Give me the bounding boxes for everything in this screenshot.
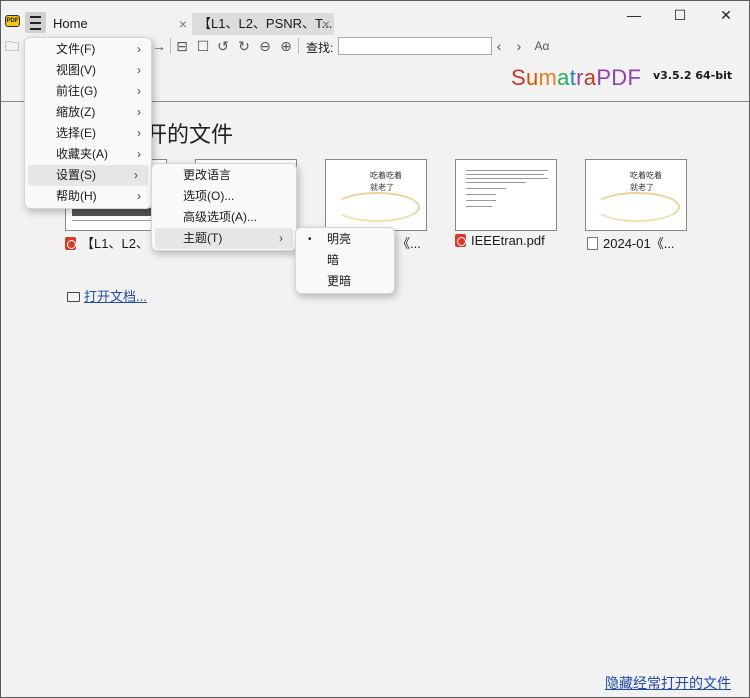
rotate-right-icon[interactable]: ↻ [236, 38, 252, 54]
menu-item-zoom[interactable]: 缩放(Z) › [25, 102, 151, 123]
pdf-file-icon [65, 237, 76, 250]
selected-bullet-icon: • [308, 234, 312, 245]
menu-item-goto[interactable]: 前往(G) › [25, 81, 151, 102]
main-menu: 文件(F) › 视图(V) › 前往(G) › 缩放(Z) › 选择(E) › 收藏夹(A… [24, 37, 152, 209]
hamburger-menu-button[interactable] [25, 12, 46, 33]
fit-page-icon[interactable]: ⊟ [174, 38, 190, 54]
app-window: PDF Home × 【L1、L2、PSNR、T... × — ☐ ✕ 🗀 → … [0, 0, 750, 698]
rotate-left-icon[interactable]: ↺ [215, 38, 231, 54]
tab-close-icon[interactable]: × [322, 13, 330, 35]
tab-home[interactable]: Home × [47, 13, 191, 35]
menu-item-theme-darker[interactable]: 更暗 [296, 271, 394, 292]
tab-label: Home [53, 16, 88, 31]
toolbar-separator [298, 38, 299, 54]
menu-item-options[interactable]: 选项(O)... [152, 186, 296, 207]
window-controls: — ☐ ✕ [611, 1, 749, 31]
menu-item-settings[interactable]: 设置(S) › [28, 165, 148, 186]
zoom-out-icon[interactable]: ⊖ [257, 38, 273, 54]
fit-width-icon[interactable]: ☐ [195, 38, 211, 54]
chevron-right-icon: › [137, 189, 141, 203]
recent-file-label[interactable]: 2024-01《... [587, 233, 675, 252]
find-input[interactable] [338, 37, 492, 55]
menu-item-theme[interactable]: 主题(T) › [155, 228, 293, 249]
recent-file-thumbnail[interactable]: 吃着吃着 就老了 [325, 159, 427, 231]
minimize-button[interactable]: — [611, 1, 657, 29]
menu-item-help[interactable]: 帮助(H) › [25, 186, 151, 207]
chevron-right-icon: › [134, 168, 138, 182]
recent-file-thumbnail[interactable]: 吃着吃着 就老了 [585, 159, 687, 231]
find-previous-icon[interactable]: ‹ [491, 38, 507, 54]
open-document-link[interactable]: 打开文档... [84, 289, 147, 304]
sumatra-app-icon: PDF [5, 15, 20, 27]
pdf-file-icon [455, 234, 466, 247]
menu-item-theme-light[interactable]: • 明亮 [296, 229, 394, 250]
close-window-button[interactable]: ✕ [703, 1, 749, 29]
toolbar-separator [170, 38, 171, 54]
match-case-icon[interactable]: Aα [532, 38, 552, 54]
settings-submenu: 更改语言 选项(O)... 高级选项(A)... 主题(T) › [151, 163, 297, 251]
find-next-icon[interactable]: › [511, 38, 527, 54]
next-page-icon[interactable]: → [151, 38, 167, 54]
tab-label: 【L1、L2、PSNR、T... [198, 16, 333, 31]
find-label: 查找: [306, 41, 334, 55]
open-document-link-row: 打开文档... [67, 286, 147, 305]
sumatra-brand-logo: SumatraPDF [511, 65, 642, 90]
menu-item-view[interactable]: 视图(V) › [25, 60, 151, 81]
menu-item-advanced-options[interactable]: 高级选项(A)... [152, 207, 296, 228]
frequently-read-title: 开的文件 [145, 123, 234, 148]
recent-file-label[interactable]: 【L1、L2、 [65, 233, 149, 252]
theme-submenu: • 明亮 暗 更暗 [295, 227, 395, 294]
hamburger-icon [30, 14, 41, 32]
chevron-right-icon: › [137, 126, 141, 140]
chevron-right-icon: › [137, 42, 141, 56]
menu-item-favorites[interactable]: 收藏夹(A) › [25, 144, 151, 165]
chevron-right-icon: › [137, 63, 141, 77]
recent-file-label[interactable]: 《... [397, 233, 421, 252]
document-file-icon [587, 237, 598, 250]
chevron-right-icon: › [137, 105, 141, 119]
recent-file-label[interactable]: IEEEtran.pdf [455, 233, 545, 248]
tab-bar: PDF Home × 【L1、L2、PSNR、T... × — ☐ ✕ [1, 1, 749, 35]
open-folder-icon[interactable]: 🗀 [4, 38, 20, 54]
zoom-in-icon[interactable]: ⊕ [278, 38, 294, 54]
menu-item-theme-dark[interactable]: 暗 [296, 250, 394, 271]
tab-document[interactable]: 【L1、L2、PSNR、T... × [192, 13, 334, 35]
folder-icon [67, 292, 80, 302]
chevron-right-icon: › [137, 147, 141, 161]
hide-frequently-opened-link[interactable]: 隐藏经常打开的文件 [605, 673, 731, 693]
tab-close-icon[interactable]: × [179, 13, 187, 35]
version-label: v3.5.2 64-bit [653, 69, 733, 82]
menu-item-file[interactable]: 文件(F) › [25, 39, 151, 60]
recent-file-thumbnail[interactable] [455, 159, 557, 231]
menu-item-selection[interactable]: 选择(E) › [25, 123, 151, 144]
menu-item-change-language[interactable]: 更改语言 [152, 165, 296, 186]
chevron-right-icon: › [137, 84, 141, 98]
chevron-right-icon: › [279, 231, 283, 245]
maximize-button[interactable]: ☐ [657, 1, 703, 29]
